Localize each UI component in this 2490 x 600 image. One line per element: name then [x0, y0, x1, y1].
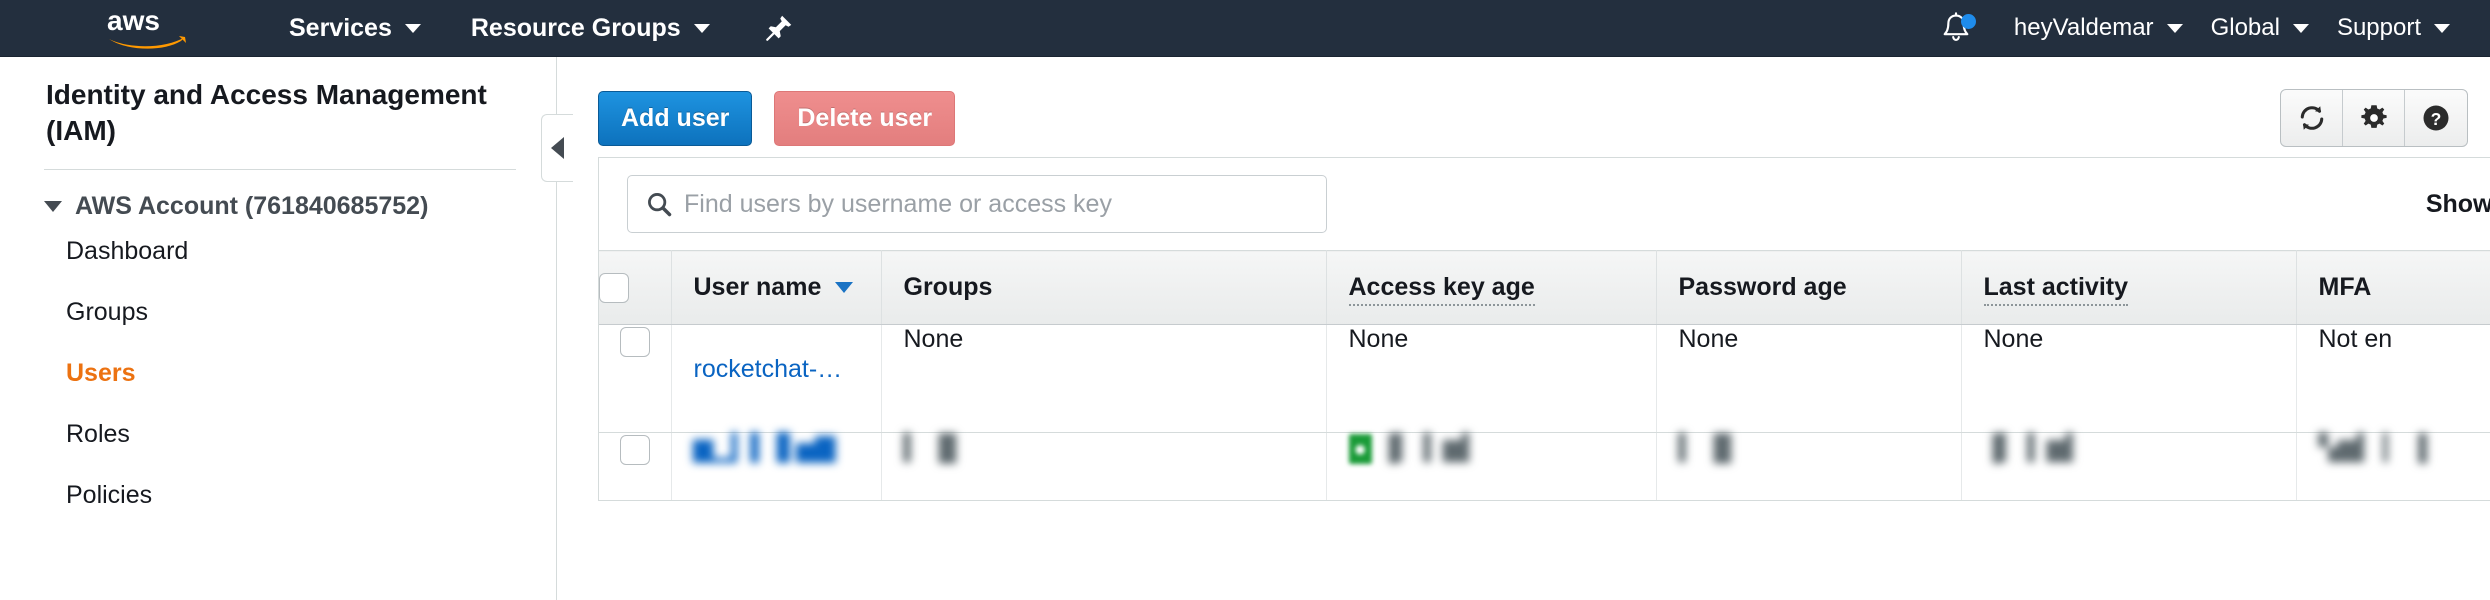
select-all-checkbox[interactable]	[599, 272, 629, 303]
cell-user-name: ▆▁▎▍ ▋▅▇	[671, 432, 882, 501]
cell-groups: None	[881, 324, 1327, 433]
select-all-header	[599, 250, 672, 325]
nav-support-label: Support	[2336, 14, 2421, 41]
cell-mfa: ▚▆▍ ▎ ▐	[2296, 432, 2490, 501]
cell-password-age-redacted: ▍ ▐▌	[1678, 434, 1741, 462]
pushpin-icon[interactable]	[762, 11, 796, 45]
table-row[interactable]: rocketchat-… None None None None Not en	[599, 324, 2490, 433]
column-header-user-name[interactable]: User name	[671, 250, 882, 325]
chevron-down-icon	[2292, 23, 2309, 33]
showing-label: Showing	[2425, 189, 2490, 218]
cell-last-activity: None	[1961, 324, 2297, 433]
row-select-cell	[599, 432, 672, 501]
row-checkbox[interactable]	[619, 327, 650, 357]
column-label-user-name: User name	[693, 273, 822, 301]
chevron-down-icon	[693, 23, 710, 33]
access-key-status-badge: ●	[1348, 434, 1372, 465]
nav-support-menu[interactable]: Support	[2323, 0, 2464, 57]
column-label-mfa: MFA	[2318, 273, 2372, 301]
sort-descending-icon	[835, 282, 854, 293]
chevron-down-icon	[2166, 23, 2183, 33]
notifications-button[interactable]	[1930, 0, 1982, 57]
cell-access-key-age: None	[1326, 324, 1657, 433]
sidebar-item-roles[interactable]: Roles	[0, 404, 556, 465]
settings-button[interactable]	[2343, 90, 2405, 146]
help-icon: ?	[2423, 105, 2449, 131]
nav-region-menu[interactable]: Global	[2197, 0, 2323, 57]
add-user-button[interactable]: Add user	[598, 90, 753, 146]
user-name-link[interactable]: rocketchat-…	[694, 355, 843, 384]
cell-last-activity-redacted: ▐▎ ▍▆▍	[1983, 434, 2086, 462]
users-table-head: User name Groups Access key age Password…	[599, 250, 2490, 325]
page-title: Identity and Access Management (IAM)	[46, 79, 487, 146]
aws-logo[interactable]: aws	[107, 8, 195, 49]
sidebar-item-policies[interactable]: Policies	[0, 465, 556, 526]
row-checkbox[interactable]	[619, 435, 650, 465]
search-input[interactable]	[627, 175, 1327, 233]
main-content: Add user Delete user ? Find users by use…	[558, 57, 2490, 600]
cell-access-key-age-redacted: ▐▎ ▍▆▍	[1379, 434, 1482, 462]
nav-services-label: Services	[289, 13, 392, 42]
svg-text:?: ?	[2431, 109, 2442, 129]
cell-password-age: None	[1656, 324, 1962, 433]
user-name-link-redacted[interactable]: ▆▁▎▍ ▋▅▇	[694, 433, 836, 463]
users-panel-header: Showing	[599, 158, 2490, 250]
toolbar: Add user Delete user ?	[558, 57, 2490, 149]
users-panel: Showing User name Groups	[598, 157, 2490, 501]
users-table: User name Groups Access key age Password…	[599, 250, 2490, 501]
table-header-row: User name Groups Access key age Password…	[599, 250, 2490, 325]
nav-region-label: Global	[2210, 14, 2280, 41]
sidebar-item-groups[interactable]: Groups	[0, 282, 556, 343]
sidebar-item-users[interactable]: Users	[0, 343, 556, 404]
refresh-button[interactable]	[2281, 90, 2343, 146]
users-table-body: rocketchat-… None None None None Not en …	[599, 324, 2490, 501]
sidebar-item-dashboard[interactable]: Dashboard	[0, 221, 556, 282]
column-header-groups[interactable]: Groups	[881, 250, 1327, 325]
chevron-down-icon	[404, 23, 421, 33]
column-header-last-activity[interactable]: Last activity	[1961, 250, 2297, 325]
delete-user-button[interactable]: Delete user	[774, 90, 956, 146]
cell-last-activity: ▐▎ ▍▆▍	[1961, 432, 2297, 501]
sidebar: Identity and Access Management (IAM) AWS…	[0, 57, 557, 600]
column-label-last-activity: Last activity	[1983, 273, 2129, 306]
notification-badge	[1960, 13, 1976, 29]
cell-user-name: rocketchat-…	[671, 324, 882, 433]
nav-resource-groups[interactable]: Resource Groups	[457, 0, 724, 57]
column-header-password-age[interactable]: Password age	[1656, 250, 1962, 325]
cell-groups: ▍ ▐▌	[881, 432, 1327, 501]
column-label-password-age: Password age	[1678, 273, 1847, 301]
cell-access-key-age: ● ▐▎ ▍▆▍	[1326, 432, 1657, 501]
gear-icon	[2360, 105, 2387, 128]
nav-right-group: heyValdemar Global Support	[1930, 0, 2490, 57]
refresh-icon	[2300, 106, 2323, 130]
column-label-groups: Groups	[903, 273, 993, 301]
cell-mfa: Not en	[2296, 324, 2490, 433]
cell-mfa-redacted: ▚▆▍ ▎ ▐	[2318, 434, 2428, 462]
column-label-access-key-age: Access key age	[1348, 273, 1535, 306]
row-select-cell	[599, 324, 672, 433]
sidebar-collapse-button[interactable]	[541, 114, 573, 182]
sidebar-account-toggle[interactable]: AWS Account (761840685752)	[0, 170, 556, 221]
help-button[interactable]: ?	[2405, 90, 2467, 146]
nav-services[interactable]: Services	[275, 0, 435, 57]
chevron-down-icon	[44, 200, 62, 212]
chevron-down-icon	[2434, 23, 2450, 33]
column-header-mfa[interactable]: MFA	[2296, 250, 2490, 325]
column-header-access-key-age[interactable]: Access key age	[1326, 250, 1657, 325]
nav-account-menu[interactable]: heyValdemar	[2000, 0, 2197, 57]
top-navigation-bar: aws Services Resource Groups heyValdemar	[0, 0, 2490, 57]
svg-text:aws: aws	[107, 8, 160, 36]
nav-account-label: heyValdemar	[2013, 14, 2154, 41]
cell-groups-redacted: ▍ ▐▌	[903, 434, 966, 462]
search-box	[627, 175, 1327, 233]
nav-resource-groups-label: Resource Groups	[470, 13, 681, 42]
table-row[interactable]: ▆▁▎▍ ▋▅▇ ▍ ▐▌ ● ▐▎ ▍▆▍ ▍ ▐▌ ▐▎ ▍▆▍ ▚▆▍ ▎…	[599, 432, 2490, 501]
toolbar-icon-group: ?	[2280, 89, 2468, 147]
chevron-left-icon	[551, 137, 564, 159]
cell-password-age: ▍ ▐▌	[1656, 432, 1962, 501]
sidebar-account-label: AWS Account (761840685752)	[75, 191, 429, 220]
